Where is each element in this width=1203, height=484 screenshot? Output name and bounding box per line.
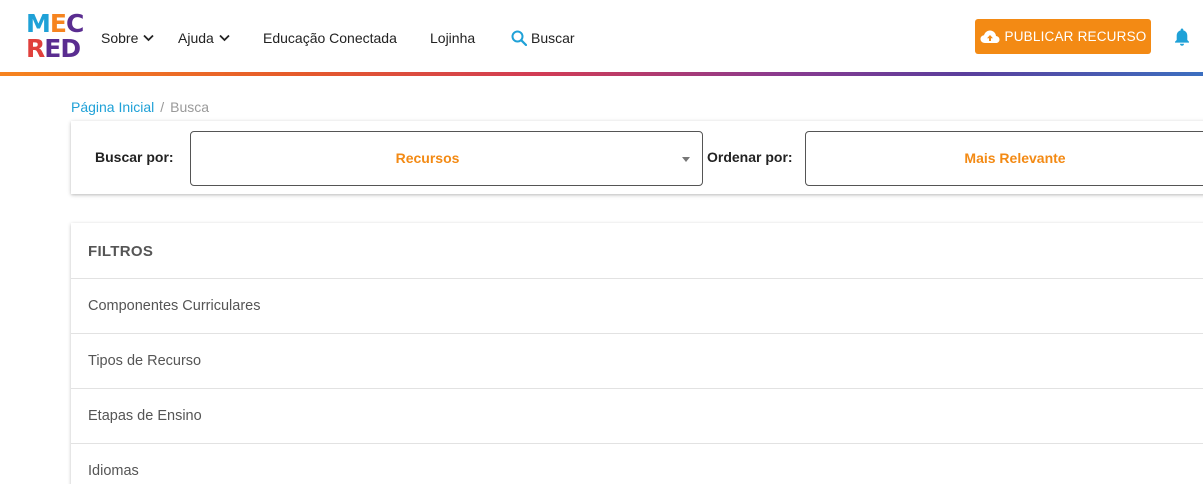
filter-etapas-de-ensino[interactable]: Etapas de Ensino	[71, 388, 1203, 443]
nav-ajuda[interactable]: Ajuda	[178, 29, 230, 47]
order-by-select[interactable]: Mais Relevante	[805, 131, 1203, 186]
search-options-card: Buscar por: Recursos Ordenar por: Mais R…	[71, 121, 1203, 194]
search-by-select[interactable]: Recursos	[190, 131, 703, 186]
logo-letter: D	[60, 34, 81, 63]
cloud-upload-icon	[980, 30, 999, 43]
search-by-value: Recursos	[395, 150, 460, 166]
publish-resource-button[interactable]: PUBLICAR RECURSO	[975, 19, 1151, 54]
filter-label: Etapas de Ensino	[88, 408, 202, 424]
mecred-logo[interactable]: MEC RED	[26, 10, 86, 64]
logo-line-2: RED	[26, 34, 81, 63]
nav-buscar[interactable]: Buscar	[511, 29, 575, 47]
chevron-down-icon	[219, 34, 230, 42]
filter-componentes-curriculares[interactable]: Componentes Curriculares	[71, 278, 1203, 333]
nav-sobre[interactable]: Sobre	[101, 29, 154, 47]
logo-letter: E	[44, 34, 61, 63]
order-by-value: Mais Relevante	[964, 150, 1066, 166]
breadcrumb-current: Busca	[170, 99, 210, 115]
filter-label: Tipos de Recurso	[88, 353, 202, 369]
bell-icon[interactable]	[1173, 27, 1191, 47]
filter-idiomas[interactable]: Idiomas	[71, 443, 1203, 484]
dropdown-arrow-icon	[682, 157, 690, 162]
logo-letter: R	[26, 34, 45, 63]
filter-label: Componentes Curriculares	[88, 298, 261, 314]
nav-lojinha[interactable]: Lojinha	[430, 29, 475, 47]
filter-tipos-de-recurso[interactable]: Tipos de Recurso	[71, 333, 1203, 388]
filters-title: FILTROS	[88, 243, 154, 260]
logo-line-1: MEC	[26, 11, 84, 36]
search-by-label: Buscar por:	[95, 149, 174, 165]
header-gradient-bar	[0, 72, 1203, 76]
nav-sobre-label: Sobre	[101, 30, 139, 46]
nav-ajuda-label: Ajuda	[178, 30, 214, 46]
order-by-label: Ordenar por:	[707, 149, 793, 165]
filters-panel: FILTROS Componentes Curriculares Tipos d…	[71, 223, 1203, 484]
nav-buscar-label: Buscar	[531, 30, 575, 46]
top-header: MEC RED Sobre Ajuda Educação Conectada L…	[0, 0, 1203, 76]
search-icon	[511, 30, 527, 46]
publish-button-label: PUBLICAR RECURSO	[1004, 29, 1147, 44]
breadcrumb-home-link[interactable]: Página Inicial	[71, 99, 154, 115]
nav-educacao-label: Educação Conectada	[263, 30, 397, 46]
nav-lojinha-label: Lojinha	[430, 30, 476, 46]
breadcrumb: Página Inicial / Busca	[71, 99, 209, 115]
filter-label: Idiomas	[88, 463, 139, 479]
breadcrumb-separator: /	[160, 99, 165, 115]
chevron-down-icon	[143, 34, 154, 42]
nav-educacao-conectada[interactable]: Educação Conectada	[263, 29, 397, 47]
